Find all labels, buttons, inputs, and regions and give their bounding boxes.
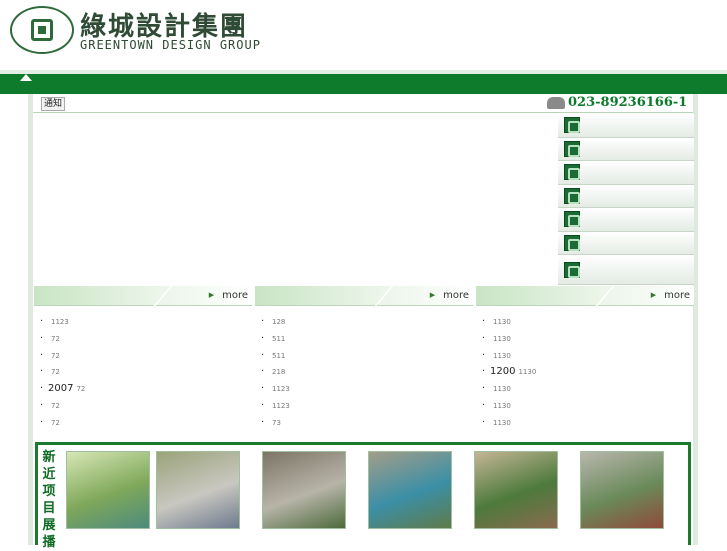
project-thumbnail[interactable] [580,451,664,532]
more-link[interactable]: more [651,290,690,301]
news-item-date: 1130 [493,334,511,343]
greenbrand-icon [564,140,580,157]
news-item-date: 72 [51,368,60,377]
news-item[interactable]: 1130 [476,415,694,432]
news-item-title: 2007 [48,383,74,395]
project-thumbnail[interactable] [474,451,558,532]
news-item-date: 1130 [493,385,511,394]
news-item[interactable]: 1130 [476,348,694,365]
news-item-date: 1130 [493,401,511,410]
greenbrand-icon [564,234,580,251]
project-photo[interactable] [368,451,452,529]
news-item-date: 1123 [272,385,290,394]
news-list: 128 511 511 218 1123 1123 73 [255,314,473,432]
news-item-date: 1130 [493,318,511,326]
header-swoosh [557,286,615,306]
news-item[interactable]: 72 [34,348,252,365]
project-showcase: 新近项目展播 [35,442,691,550]
news-item[interactable]: 1123 [255,381,473,398]
project-photo[interactable] [66,451,150,529]
site-header: 綠城設計集團 GREENTOWN DESIGN GROUP [0,0,727,66]
news-item-date: 73 [272,418,281,427]
greenbrand-icon [564,117,580,134]
news-item-date: 1130 [518,368,537,377]
news-item-date: 218 [272,368,286,377]
news-item[interactable]: 128 [255,314,473,331]
news-list: 11301130113012001130113011301130 [476,314,694,432]
news-item-date: 511 [272,351,286,360]
side-menu [558,114,694,285]
header-swoosh [115,286,173,306]
project-thumbnail[interactable] [262,451,346,532]
greenbrand-icon [564,164,580,181]
news-item-date: 511 [272,334,286,343]
news-item[interactable]: 72 [34,364,252,381]
header-swoosh [336,286,394,306]
project-photo[interactable] [156,451,240,529]
news-item[interactable]: 72 [34,331,252,348]
news-column-header: more [34,286,252,306]
project-photo[interactable] [474,451,558,529]
news-item[interactable]: 1123 [255,398,473,415]
side-menu-item[interactable] [558,255,694,285]
project-thumbnail[interactable] [66,451,150,532]
news-item[interactable]: 73 [255,415,473,432]
logo-seal-icon[interactable] [10,6,74,54]
side-menu-item[interactable] [558,137,694,161]
news-column: more 128 511 511 218 1123 1123 73 [255,286,473,438]
telephone-icon [547,97,565,109]
news-item-date: 72 [51,334,60,343]
showcase-title: 新近项目展播 [42,450,56,550]
side-menu-item[interactable] [558,231,694,255]
news-item[interactable]: 1130 [476,381,694,398]
news-item-date: 1130 [493,418,511,427]
news-item[interactable]: 511 [255,331,473,348]
news-item-date: 1123 [51,318,69,326]
greenbrand-icon [564,211,580,228]
side-menu-item[interactable] [558,208,694,232]
news-item-date: 72 [51,401,60,410]
greenbrand-icon [564,261,580,278]
logo-english[interactable]: GREENTOWN DESIGN GROUP [80,38,261,52]
more-link[interactable]: more [209,290,248,301]
news-item[interactable]: 72 [34,398,252,415]
news-item-date: 72 [51,418,60,427]
project-thumbnail[interactable] [156,451,240,532]
news-item[interactable]: 218 [255,364,473,381]
greenbrand-icon [564,187,580,204]
news-item[interactable]: 511 [255,348,473,365]
main-banner [33,114,557,284]
news-column: more11237272722007727272 [34,286,252,438]
green-banner-strip [0,70,727,94]
news-column-header: more [255,286,473,306]
news-item[interactable]: 72 [34,415,252,432]
news-item[interactable]: 1130 [476,314,694,331]
side-menu-item[interactable] [558,161,694,185]
notice-bar: 通知 023-89236166-1 [33,95,693,113]
notice-tab[interactable]: 通知 [41,97,66,111]
news-item-title: 1200 [490,366,516,378]
more-link[interactable]: more [430,290,469,301]
news-item[interactable]: 12001130 [476,364,694,381]
news-item[interactable]: 1130 [476,398,694,415]
project-photo[interactable] [262,451,346,529]
news-item[interactable]: 200772 [34,381,252,398]
project-thumbnail[interactable] [368,451,452,532]
project-photo[interactable] [580,451,664,529]
up-arrow-icon [20,74,32,81]
news-item-date: 72 [76,385,86,394]
news-column: more11301130113012001130113011301130 [476,286,694,438]
news-column-header: more [476,286,694,306]
side-menu-item[interactable] [558,184,694,208]
news-list: 11237272722007727272 [34,314,252,432]
news-item[interactable]: 1130 [476,331,694,348]
side-menu-item[interactable] [558,114,694,138]
news-item-date: 72 [51,351,60,360]
news-item-date: 1130 [493,351,511,360]
news-item-date: 128 [272,318,286,326]
hotline-number: 023-89236166-1 [568,95,688,110]
news-item-date: 1123 [272,401,290,410]
news-item[interactable]: 1123 [34,314,252,331]
